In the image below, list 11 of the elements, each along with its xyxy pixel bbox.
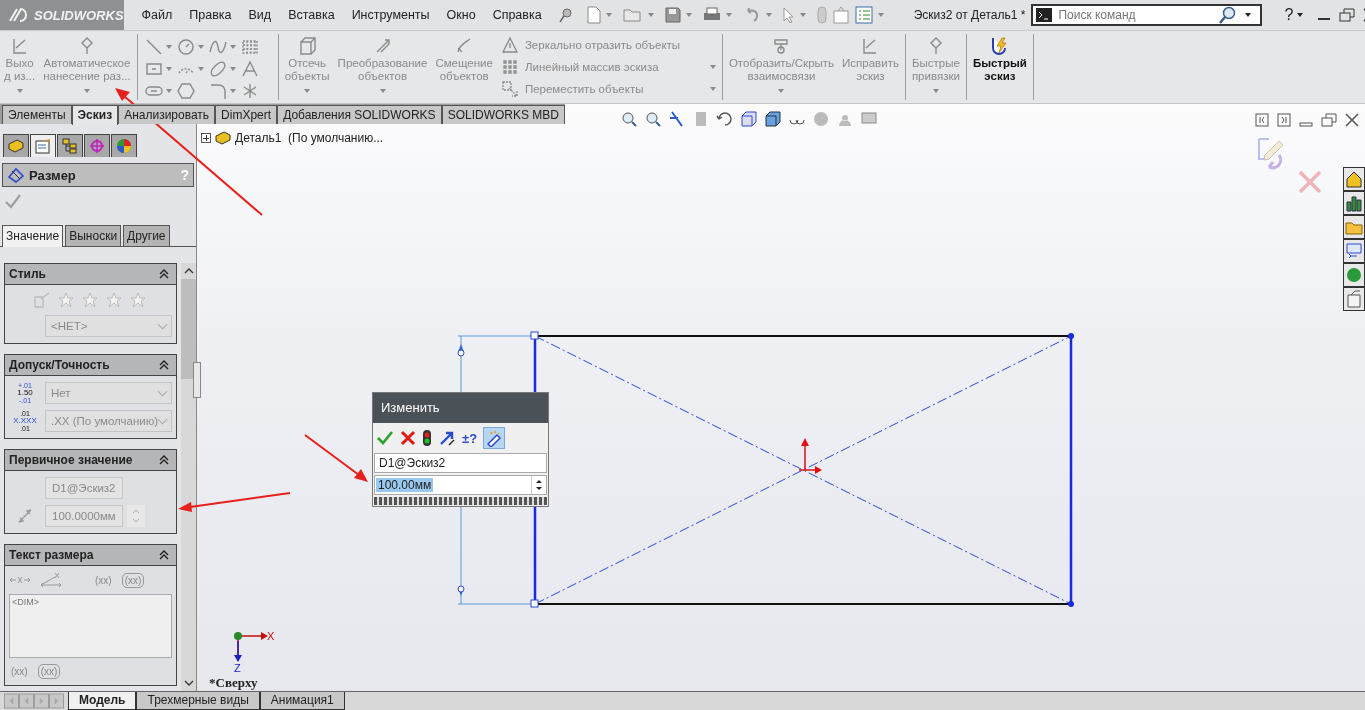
axis-label: Z <box>234 662 241 674</box>
section-title: Текст размера <box>9 548 94 562</box>
axis-label: X <box>267 630 275 642</box>
dialog-title: Изменить <box>373 393 548 423</box>
window-title: Эскиз2 от Деталь1 * <box>913 8 1026 22</box>
view-orientation-label: *Сверху <box>209 676 258 690</box>
section-title: Допуск/Точность <box>9 358 110 372</box>
section-title: Первичное значение <box>9 453 133 467</box>
logo-text: SOLIDWORKS <box>34 7 124 23</box>
panel-title: Размер <box>29 167 76 183</box>
section-title: Стиль <box>9 267 46 281</box>
